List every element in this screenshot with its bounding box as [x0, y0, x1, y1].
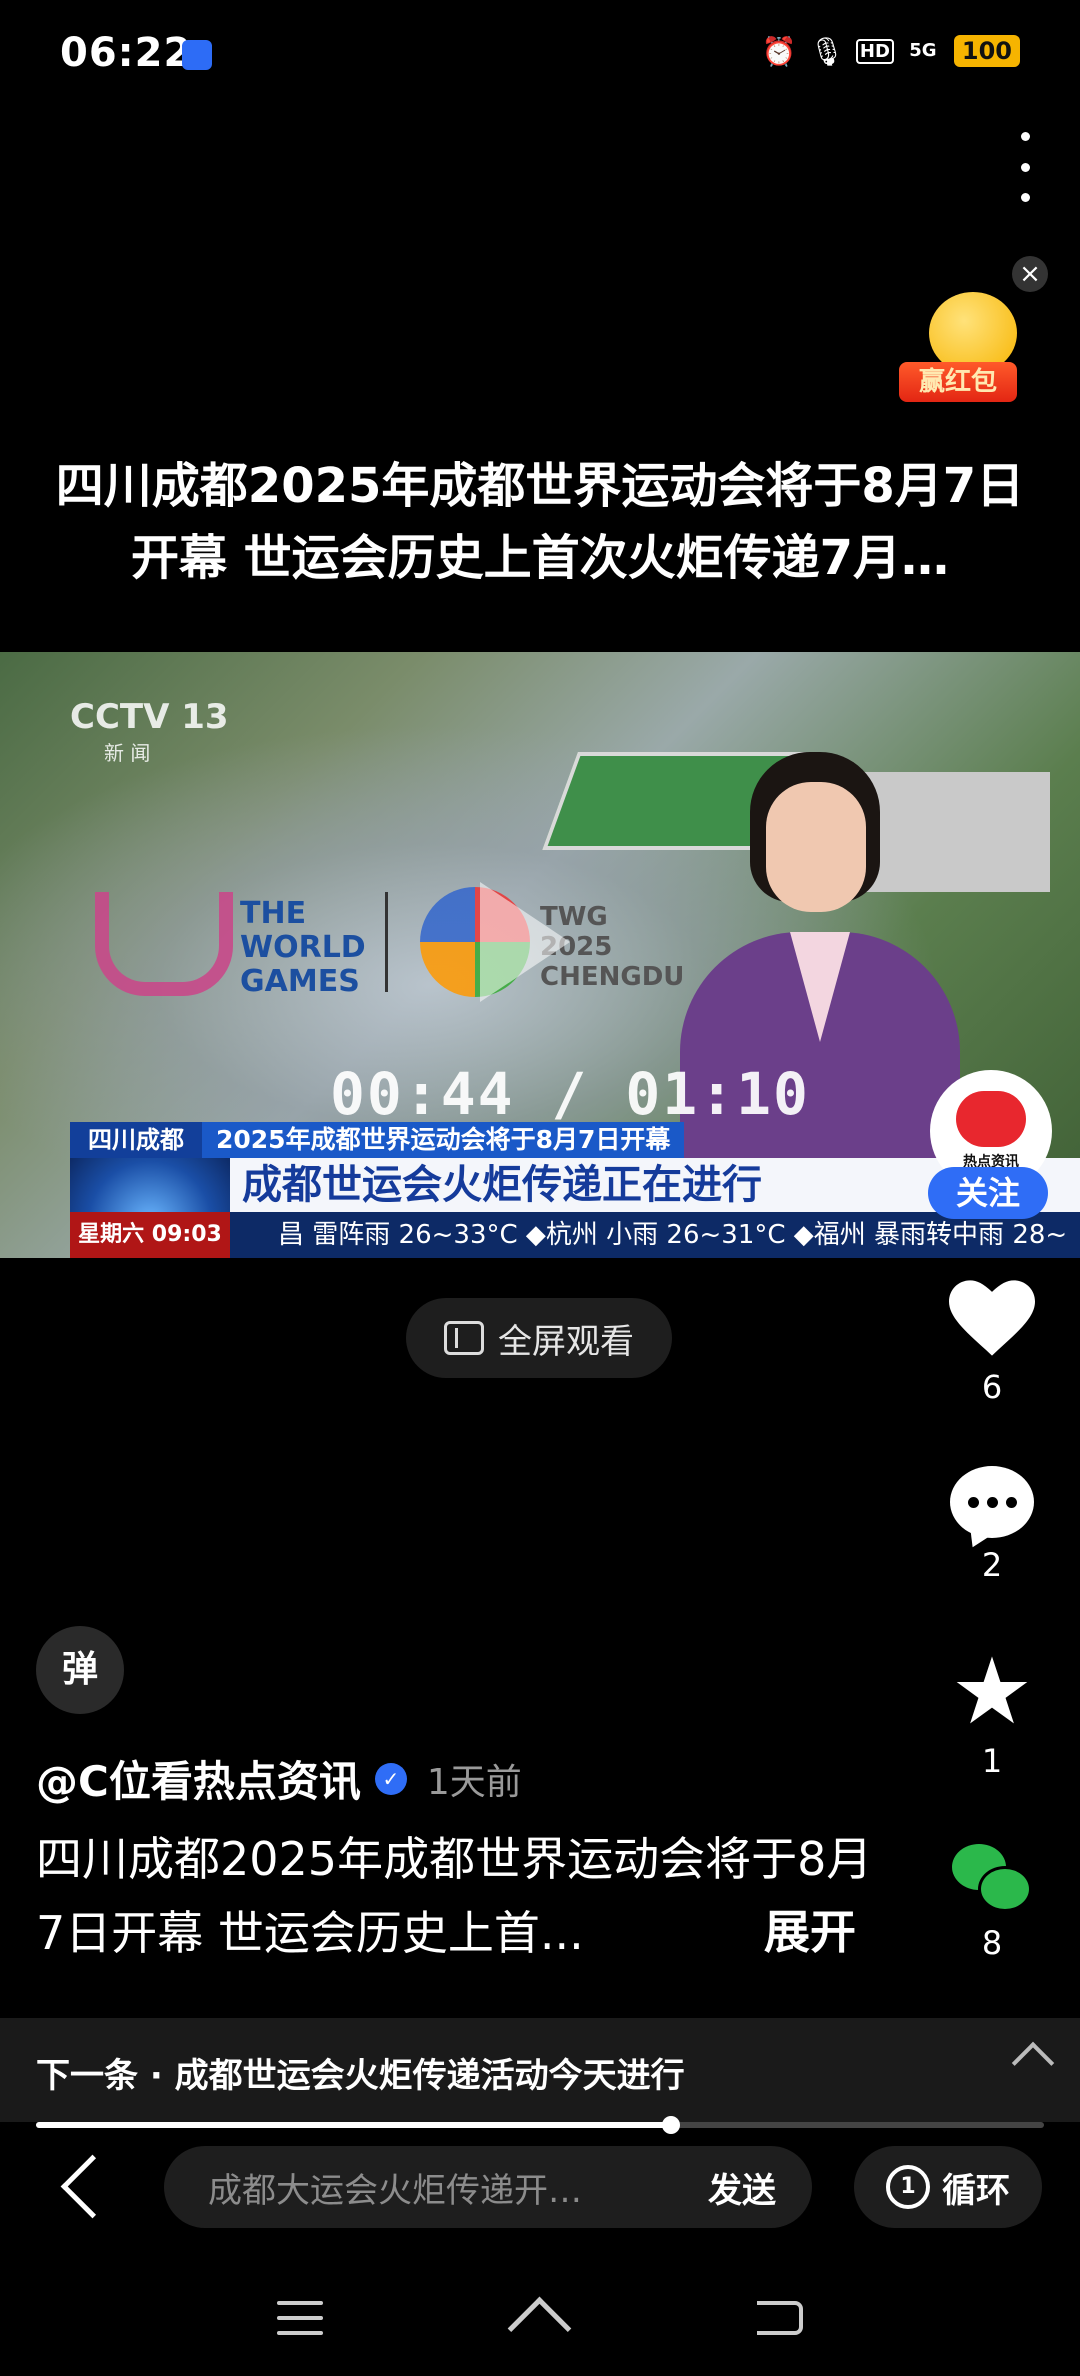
baidu-app-icon	[182, 40, 212, 70]
home-icon[interactable]	[508, 2296, 572, 2360]
signal-icon: 5G	[909, 40, 937, 61]
follow-button[interactable]: 关注	[928, 1167, 1048, 1219]
logo-divider	[385, 892, 388, 992]
ticker-subtitle: 2025年成都世界运动会将于8月7日开幕	[202, 1122, 685, 1158]
video-headline: 四川成都2025年成都世界运动会将于8月7日开幕 世运会历史上首次火炬传递7月…	[55, 458, 1025, 586]
more-menu-icon[interactable]	[1010, 132, 1040, 202]
share-count: 8	[981, 1924, 1003, 1962]
video-progress-bar[interactable]	[36, 2116, 1044, 2134]
post-time: 1天前	[426, 1761, 522, 1803]
promo-close-icon[interactable]: ×	[1012, 256, 1048, 292]
loop-label: 循环	[942, 2170, 1010, 2211]
comment-count: 2	[981, 1546, 1003, 1584]
comment-button[interactable]: 2	[940, 1466, 1044, 1584]
author-avatar-follow[interactable]: 热点资讯 关注	[928, 1070, 1052, 1220]
author-line: @C位看热点资讯 ✓ 1天前	[36, 1748, 522, 1809]
ticker-top: 四川成都 2025年成都世界运动会将于8月7日开幕	[70, 1122, 1080, 1158]
loop-icon: 1	[886, 2165, 930, 2209]
danmu-toggle-button[interactable]: 弹	[36, 1626, 124, 1714]
like-button[interactable]: 6	[940, 1280, 1044, 1406]
author-name[interactable]: @C位看热点资讯	[36, 1748, 361, 1809]
heart-icon	[949, 1280, 1035, 1356]
favorite-count: 1	[981, 1742, 1003, 1780]
fullscreen-icon	[444, 1321, 484, 1355]
world-games-logo	[95, 892, 233, 996]
star-icon: ★	[950, 1638, 1034, 1745]
fullscreen-label: 全屏观看	[498, 1321, 634, 1362]
hd-icon: HD	[855, 34, 894, 68]
globe-icon	[70, 1158, 230, 1212]
system-navigation-bar	[0, 2260, 1080, 2376]
like-count: 6	[981, 1368, 1003, 1406]
battery-icon: 100	[953, 35, 1020, 67]
video-player[interactable]: CCTV 13 新 闻 THE WORLD GAMES TWG 2025 CHEN…	[0, 652, 1080, 1258]
recent-apps-icon[interactable]	[277, 2301, 324, 2335]
status-icons: ⏰ 🎙 HD 5G 100	[761, 34, 1020, 68]
progress-fill	[36, 2122, 672, 2128]
play-icon[interactable]	[480, 882, 570, 1002]
share-wechat-button[interactable]: 8	[940, 1844, 1044, 1962]
comment-input[interactable]: 成都大运会火炬传递开… 发送	[164, 2146, 812, 2228]
status-time: 06:22	[60, 30, 193, 76]
comment-icon	[950, 1466, 1034, 1538]
favorite-button[interactable]: ★ 1	[940, 1638, 1044, 1781]
wechat-icon	[952, 1844, 1032, 1916]
expand-button[interactable]: 展开	[764, 1896, 856, 1962]
ticker-location: 四川成都	[70, 1122, 202, 1158]
progress-handle[interactable]	[662, 2116, 681, 2134]
channel-logo-icon	[956, 1091, 1026, 1147]
cctv-logo: CCTV 13 新 闻	[70, 697, 229, 765]
mic-icon: 🎙	[809, 34, 845, 68]
next-video-text: 下一条 · 成都世运会火炬传递活动今天进行	[36, 2056, 685, 2096]
promo-label: 赢红包	[899, 362, 1017, 402]
red-packet-promo[interactable]: 赢红包	[895, 292, 1025, 410]
verified-icon: ✓	[374, 1762, 407, 1795]
back-icon[interactable]	[60, 2154, 125, 2219]
ticker-date: 星期六 09:03	[70, 1212, 230, 1258]
send-button[interactable]: 发送	[708, 2163, 776, 2212]
alarm-icon: ⏰	[761, 34, 797, 68]
comment-input-placeholder: 成都大运会火炬传递开…	[208, 2170, 582, 2211]
world-games-text: THE WORLD GAMES	[240, 896, 366, 999]
system-back-icon[interactable]	[756, 2301, 803, 2335]
loop-button[interactable]: 1 循环	[854, 2146, 1042, 2228]
video-time-display: 00:44 / 01:10	[330, 1060, 810, 1128]
fullscreen-button[interactable]: 全屏观看	[406, 1298, 672, 1378]
